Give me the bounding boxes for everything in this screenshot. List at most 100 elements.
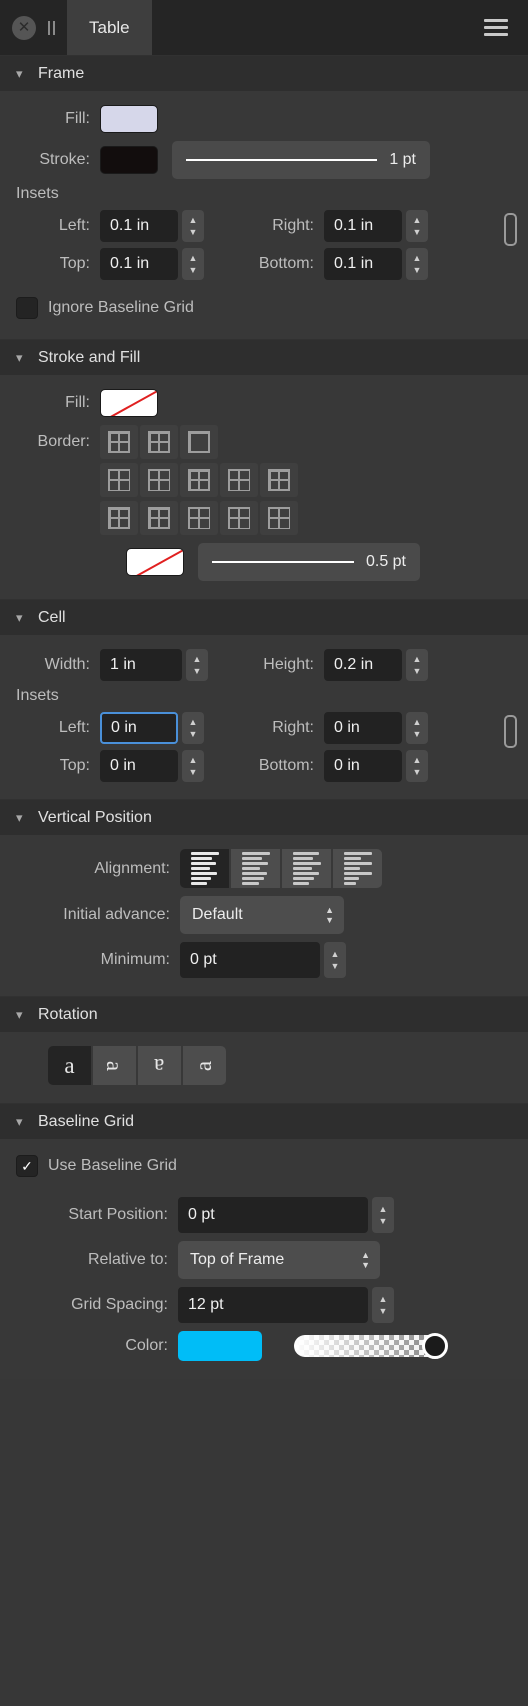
border-style-middle-emphasis-icon[interactable] — [220, 463, 258, 497]
cell-width-input[interactable]: 1 in — [100, 649, 182, 681]
section-title-rotation: Rotation — [38, 1005, 98, 1023]
cell-inset-bottom-stepper[interactable]: ▲ ▼ — [406, 750, 428, 782]
frame-inset-top-input[interactable]: 0.1 in — [100, 248, 178, 280]
frame-inset-row-2: Top: 0.1 in ▲ ▼ Bottom: 0.1 in ▲ ▼ — [0, 245, 528, 283]
sf-border-color-swatch-none[interactable] — [126, 548, 184, 576]
use-baseline-grid-row[interactable]: ✓ Use Baseline Grid — [0, 1149, 528, 1183]
align-bottom-button[interactable] — [282, 849, 331, 888]
section-body-baseline-grid: ✓ Use Baseline Grid Start Position: 0 pt… — [0, 1139, 528, 1379]
rotation-180deg-button[interactable]: a — [138, 1046, 181, 1085]
rotation-0deg-button[interactable]: a — [48, 1046, 91, 1085]
sf-fill-label: Fill: — [65, 394, 90, 411]
minimum-row: Minimum: 0 pt ▲ ▼ — [0, 938, 528, 982]
cell-inset-top-label: Top: — [59, 757, 90, 774]
border-style-inner-horizontal-icon[interactable] — [100, 463, 138, 497]
relative-to-value: Top of Frame — [190, 1251, 285, 1268]
stroke-preview-line — [186, 159, 378, 161]
grid-color-swatch[interactable] — [178, 1331, 262, 1361]
border-style-bottom-emphasis-icon[interactable] — [260, 463, 298, 497]
frame-inset-bottom-stepper[interactable]: ▲ ▼ — [406, 248, 428, 280]
align-center-icon — [241, 852, 270, 885]
cell-height-stepper[interactable]: ▲ ▼ — [406, 649, 428, 681]
border-style-vertical-only-icon[interactable] — [260, 501, 298, 535]
relative-to-label: Relative to: — [87, 1251, 168, 1268]
align-center-button[interactable] — [231, 849, 280, 888]
frame-inset-top-label: Top: — [59, 255, 90, 272]
section-title-cell: Cell — [38, 608, 66, 626]
cell-inset-top-input[interactable]: 0 in — [100, 750, 178, 782]
rotation-270deg-button[interactable]: a — [183, 1046, 226, 1085]
cell-height-input[interactable]: 0.2 in — [324, 649, 402, 681]
frame-inset-right-input[interactable]: 0.1 in — [324, 210, 402, 242]
border-style-top-emphasis-icon[interactable] — [180, 463, 218, 497]
section-title-vertical-position: Vertical Position — [38, 808, 152, 826]
minimum-stepper[interactable]: ▲ ▼ — [324, 942, 346, 978]
tab-table[interactable]: Table — [67, 0, 152, 55]
cell-inset-right-stepper[interactable]: ▲ ▼ — [406, 712, 428, 744]
cell-inset-left-label: Left: — [58, 719, 90, 736]
cell-inset-left-stepper[interactable]: ▲ ▼ — [182, 712, 204, 744]
relative-to-select[interactable]: Top of Frame ▲ ▼ — [178, 1241, 380, 1279]
frame-stroke-width-control[interactable]: 1 pt — [172, 141, 430, 179]
sf-border-width-control[interactable]: 0.5 pt — [198, 543, 420, 581]
section-header-baseline-grid[interactable]: ▾ Baseline Grid — [0, 1103, 528, 1139]
section-body-frame: Fill: Stroke: 1 pt Insets Left: 0.1 in ▲… — [0, 91, 528, 339]
opacity-slider-knob[interactable] — [422, 1333, 448, 1359]
border-style-right-emphasis-icon[interactable] — [140, 501, 178, 535]
use-baseline-grid-checkbox[interactable]: ✓ — [16, 1155, 38, 1177]
ignore-baseline-grid-row[interactable]: Ignore Baseline Grid — [0, 291, 528, 325]
start-position-label: Start Position: — [68, 1206, 168, 1223]
frame-inset-top-stepper[interactable]: ▲ ▼ — [182, 248, 204, 280]
close-icon[interactable]: ✕ — [12, 15, 36, 40]
grid-spacing-input[interactable]: 12 pt — [178, 1287, 368, 1323]
border-style-outer-only-icon[interactable] — [180, 425, 218, 459]
border-style-no-bottom-icon[interactable] — [180, 501, 218, 535]
frame-inset-left-input[interactable]: 0.1 in — [100, 210, 178, 242]
start-position-stepper[interactable]: ▲ ▼ — [372, 1197, 394, 1233]
link-insets-icon[interactable] — [502, 213, 518, 246]
hamburger-menu-icon[interactable] — [464, 0, 528, 55]
border-style-left-emphasis-icon[interactable] — [100, 501, 138, 535]
section-title-frame: Frame — [38, 64, 85, 82]
cell-width-stepper[interactable]: ▲ ▼ — [186, 649, 208, 681]
align-justify-button[interactable] — [333, 849, 382, 888]
section-header-vertical-position[interactable]: ▾ Vertical Position — [0, 799, 528, 835]
sf-stroke-row: 0.5 pt — [0, 539, 528, 585]
initial-advance-value: Default — [192, 906, 243, 923]
border-style-inner-vertical-icon[interactable] — [140, 463, 178, 497]
frame-inset-right-stepper[interactable]: ▲ ▼ — [406, 210, 428, 242]
section-header-frame[interactable]: ▾ Frame — [0, 55, 528, 91]
frame-fill-swatch[interactable] — [100, 105, 158, 133]
cell-inset-right-label: Right: — [272, 719, 314, 736]
pause-icon[interactable] — [48, 20, 55, 35]
align-top-button[interactable] — [180, 849, 229, 888]
frame-inset-left-stepper[interactable]: ▲ ▼ — [182, 210, 204, 242]
section-header-rotation[interactable]: ▾ Rotation — [0, 996, 528, 1032]
frame-stroke-swatch[interactable] — [100, 146, 158, 174]
cell-inset-bottom-input[interactable]: 0 in — [324, 750, 402, 782]
cell-inset-top-stepper[interactable]: ▲ ▼ — [182, 750, 204, 782]
border-style-no-top-icon[interactable] — [220, 501, 258, 535]
opacity-slider[interactable] — [294, 1333, 448, 1359]
rotation-glyph-icon: a — [64, 1052, 75, 1078]
cell-inset-row-2: Top: 0 in ▲ ▼ Bottom: 0 in ▲ ▼ — [0, 747, 528, 785]
start-position-input[interactable]: 0 pt — [178, 1197, 368, 1233]
frame-inset-bottom-input[interactable]: 0.1 in — [324, 248, 402, 280]
frame-stroke-row: Stroke: 1 pt — [0, 137, 528, 183]
sf-fill-swatch-none[interactable] — [100, 389, 158, 417]
cell-inset-left-input[interactable]: 0 in — [100, 712, 178, 744]
grid-spacing-stepper[interactable]: ▲ ▼ — [372, 1287, 394, 1323]
border-style-all-borders-icon[interactable] — [100, 425, 138, 459]
frame-stroke-width-value: 1 pt — [389, 151, 416, 168]
minimum-input[interactable]: 0 pt — [180, 942, 320, 978]
rotation-90deg-button[interactable]: a — [93, 1046, 136, 1085]
link-insets-icon[interactable] — [502, 715, 518, 748]
initial-advance-row: Initial advance: Default ▲ ▼ — [0, 892, 528, 938]
cell-inset-right-input[interactable]: 0 in — [324, 712, 402, 744]
section-header-stroke-and-fill[interactable]: ▾ Stroke and Fill — [0, 339, 528, 375]
border-style-outer-and-inner-icon[interactable] — [140, 425, 178, 459]
initial-advance-select[interactable]: Default ▲ ▼ — [180, 896, 344, 934]
section-header-cell[interactable]: ▾ Cell — [0, 599, 528, 635]
stroke-preview-line — [212, 561, 354, 563]
ignore-baseline-grid-checkbox[interactable] — [16, 297, 38, 319]
